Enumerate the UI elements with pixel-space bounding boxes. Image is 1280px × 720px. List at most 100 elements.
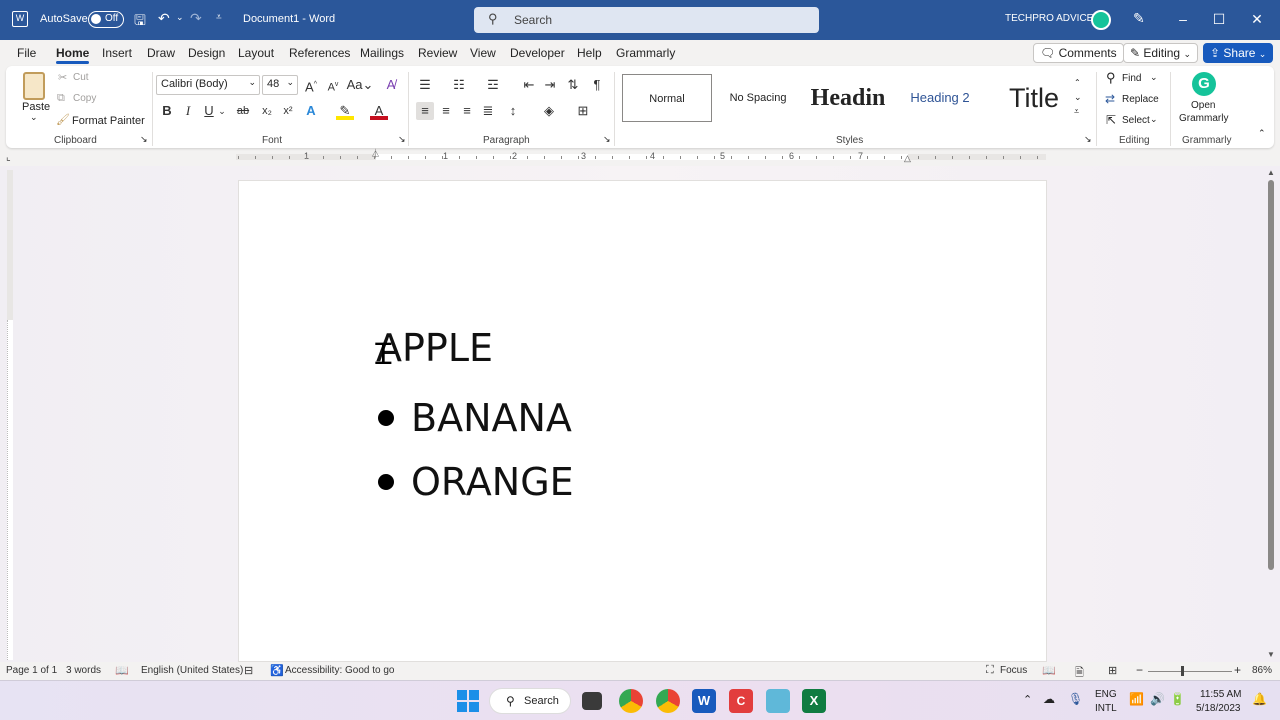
shrink-font-icon[interactable]: Av	[324, 76, 342, 94]
tab-layout[interactable]: Layout	[238, 46, 274, 60]
find-button[interactable]: Find	[1122, 73, 1141, 84]
clipboard-launcher-icon[interactable]: ↘	[140, 134, 148, 145]
font-launcher-icon[interactable]: ↘	[398, 134, 406, 145]
zoom-in-icon[interactable]: +	[1234, 663, 1241, 677]
style-title[interactable]: Title	[988, 74, 1080, 122]
close-button[interactable]: ✕	[1246, 8, 1268, 30]
search-box[interactable]: ⚲ Search	[474, 7, 819, 33]
vertical-scrollbar-thumb[interactable]	[1268, 180, 1274, 570]
style-heading-1[interactable]: Headin	[804, 74, 892, 122]
zoom-slider-thumb[interactable]	[1181, 666, 1184, 676]
chevron-down-icon[interactable]: ⌄	[1150, 72, 1158, 83]
line-spacing-icon[interactable]: ↕	[504, 102, 522, 120]
start-windows-icon[interactable]	[457, 690, 479, 712]
tab-view[interactable]: View	[470, 46, 496, 60]
bullets-icon[interactable]: ☰	[416, 76, 434, 94]
zoom-slider[interactable]	[1148, 671, 1232, 672]
copy-button[interactable]: Copy	[73, 93, 96, 104]
tab-draw[interactable]: Draw	[147, 46, 175, 60]
paste-dropdown-icon[interactable]: ⌄	[30, 112, 38, 123]
user-name[interactable]: TECHPRO ADVICE	[1005, 13, 1093, 24]
style-normal[interactable]: Normal	[622, 74, 712, 122]
page-count[interactable]: Page 1 of 1	[6, 665, 57, 676]
tab-home[interactable]: Home	[56, 46, 90, 64]
font-size-dropdown[interactable]: 48 ⌄	[262, 75, 298, 95]
task-view-icon[interactable]	[582, 692, 602, 710]
collapse-ribbon-icon[interactable]: ⌃	[1258, 128, 1266, 139]
notepad-icon[interactable]	[766, 689, 790, 713]
tab-design[interactable]: Design	[188, 46, 225, 60]
document-page[interactable]	[238, 180, 1047, 662]
open-grammarly-line2[interactable]: Grammarly	[1179, 113, 1228, 124]
input-language-2[interactable]: INTL	[1095, 703, 1117, 714]
vertical-ruler[interactable]	[4, 170, 16, 660]
wifi-icon[interactable]: 📶	[1129, 692, 1144, 706]
chrome-profile-icon[interactable]	[656, 689, 680, 713]
grammarly-badge-icon[interactable]	[1091, 10, 1111, 30]
change-case-icon[interactable]: Aa⌄	[346, 76, 374, 94]
editing-mode-button[interactable]: ✎ Editing ⌄	[1123, 43, 1198, 63]
tab-insert[interactable]: Insert	[102, 46, 132, 60]
battery-icon[interactable]: 🔋	[1170, 692, 1185, 706]
chevron-down-icon[interactable]: ⌄	[1150, 114, 1158, 125]
proofing-icon[interactable]: 📖	[115, 664, 129, 677]
share-button[interactable]: ⇪ Share ⌄	[1203, 43, 1274, 63]
highlight-color-icon[interactable]: ✎	[336, 102, 354, 120]
tab-file[interactable]: File	[17, 46, 36, 60]
web-layout-icon[interactable]: ⊞	[1108, 664, 1117, 677]
bullet-item-orange[interactable]: ORANGE	[411, 460, 574, 504]
styles-launcher-icon[interactable]: ↘	[1084, 134, 1092, 145]
style-heading-2[interactable]: Heading 2	[896, 74, 984, 122]
font-name-dropdown[interactable]: Calibri (Body) ⌄	[156, 75, 260, 95]
styles-more-icon[interactable]: ⩡	[1074, 106, 1079, 117]
designer-pen-icon[interactable]: ✎	[1133, 10, 1145, 27]
zoom-level[interactable]: 86%	[1252, 665, 1272, 676]
grammarly-icon[interactable]: G	[1192, 72, 1216, 96]
horizontal-ruler[interactable]: 1 1 2 3 4 5 6 7 ⏃ △	[236, 149, 1046, 164]
styles-scroll-down-icon[interactable]: ⌄	[1074, 92, 1082, 103]
superscript-icon[interactable]: x²	[279, 102, 297, 120]
minimize-button[interactable]: –	[1172, 8, 1194, 30]
comments-button[interactable]: 🗨 Comments	[1033, 43, 1124, 63]
volume-icon[interactable]: 🔊	[1150, 692, 1165, 706]
scroll-up-icon[interactable]: ▲	[1267, 168, 1275, 177]
underline-icon[interactable]: U	[200, 102, 218, 120]
underline-dropdown-icon[interactable]: ⌄	[217, 102, 227, 120]
increase-indent-icon[interactable]: ⇥	[541, 76, 559, 94]
language-status[interactable]: English (United States)	[141, 665, 243, 676]
excel-taskbar-icon[interactable]: X	[802, 689, 826, 713]
select-button[interactable]: Select	[1122, 115, 1150, 126]
grow-font-icon[interactable]: A^	[302, 76, 320, 94]
align-left-icon[interactable]: ≡	[416, 102, 434, 120]
align-center-icon[interactable]: ≡	[437, 102, 455, 120]
autosave-toggle[interactable]: Off	[88, 11, 124, 28]
read-mode-icon[interactable]: 📖	[1042, 664, 1056, 677]
cut-button[interactable]: Cut	[73, 72, 89, 83]
right-indent-marker-icon[interactable]: △	[904, 153, 911, 164]
camtasia-icon[interactable]: C	[729, 689, 753, 713]
chrome-icon[interactable]	[619, 689, 643, 713]
taskbar-search-box[interactable]: ⚲ Search	[489, 688, 571, 714]
numbering-icon[interactable]: ☷	[450, 76, 468, 94]
decrease-indent-icon[interactable]: ⇤	[520, 76, 538, 94]
clock-date[interactable]: 5/18/2023	[1196, 703, 1241, 714]
paste-icon[interactable]	[23, 72, 45, 100]
subscript-icon[interactable]: x₂	[258, 102, 276, 120]
show-hidden-icons-icon[interactable]: ⌃	[1023, 693, 1032, 706]
tab-references[interactable]: References	[289, 46, 350, 60]
save-icon[interactable]: 🖫	[134, 10, 146, 34]
customize-toolbar-icon[interactable]: ⩡	[216, 12, 222, 23]
italic-icon[interactable]: I	[179, 102, 197, 120]
style-no-spacing[interactable]: No Spacing	[714, 74, 802, 122]
zoom-out-icon[interactable]: −	[1136, 663, 1143, 677]
text-predictions-icon[interactable]: ⊟	[244, 664, 253, 677]
bullet-item-banana[interactable]: BANANA	[411, 396, 572, 440]
notifications-icon[interactable]: 🔔	[1252, 692, 1267, 706]
tab-developer[interactable]: Developer	[510, 46, 565, 60]
replace-button[interactable]: Replace	[1122, 94, 1159, 105]
focus-mode-button[interactable]: Focus	[1000, 665, 1027, 676]
open-grammarly-line1[interactable]: Open	[1191, 100, 1215, 111]
styles-scroll-up-icon[interactable]: ⌃	[1074, 78, 1081, 87]
tab-mailings[interactable]: Mailings	[360, 46, 404, 60]
scroll-down-icon[interactable]: ▼	[1267, 650, 1275, 659]
